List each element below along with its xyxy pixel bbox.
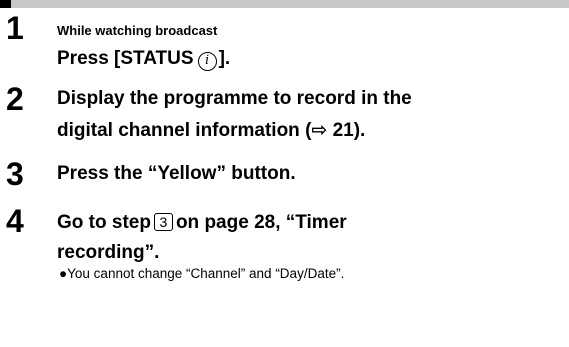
section-header-tab xyxy=(0,0,11,8)
step-3-number: 3 xyxy=(6,156,24,192)
step-4-number: 4 xyxy=(6,203,24,239)
step-3-line-1: Press the “Yellow” button. xyxy=(57,163,296,184)
info-icon: i xyxy=(197,52,217,71)
step-4-line-1: Go to step 3 on page 28, “Timer xyxy=(57,211,347,235)
step-1-context: While watching broadcast xyxy=(57,23,218,38)
boxed-step-number: 3 xyxy=(153,213,173,231)
section-header-bar xyxy=(0,0,569,8)
step-4-note: ●You cannot change “Channel” and “Day/Da… xyxy=(59,266,345,281)
step-4-line-2: recording”. xyxy=(57,242,160,263)
step-4-text-suffix: on page 28, “Timer xyxy=(175,212,347,233)
step-2-number: 2 xyxy=(6,81,24,117)
step-4-text-prefix: Go to step xyxy=(57,212,151,233)
step-1-text-suffix: ]. xyxy=(218,48,231,69)
step-1-text-prefix: Press [STATUS xyxy=(57,48,194,69)
step-2-line-2: digital channel information (⇨ 21). xyxy=(57,120,366,141)
step-2-line-1: Display the programme to record in the xyxy=(57,88,412,109)
step-1-instruction: Press [STATUS i]. xyxy=(57,47,230,71)
step-1-number: 1 xyxy=(6,10,24,46)
